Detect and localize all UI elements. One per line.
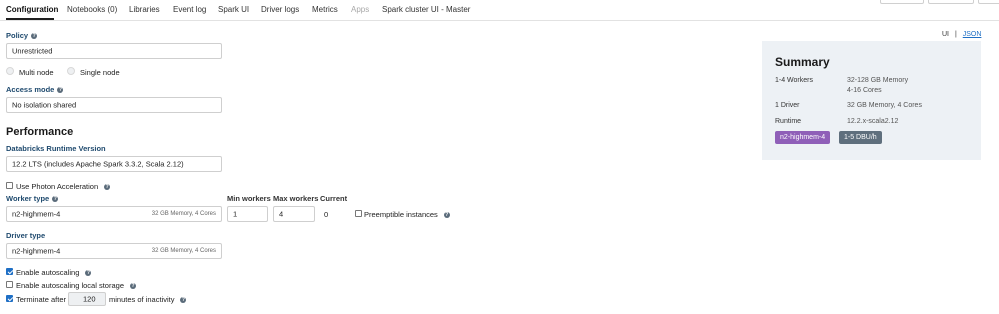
worker-type-select[interactable]: n2-highmem-4 32 GB Memory, 4 Cores <box>6 206 222 222</box>
dbu-badge: 1-5 DBU/h <box>839 131 882 144</box>
autoscaling-label: Enable autoscaling? <box>16 268 92 277</box>
help-icon[interactable]: ? <box>85 270 92 277</box>
active-tab-indicator <box>6 18 54 20</box>
local-storage-label-text: Enable autoscaling local storage <box>16 281 124 290</box>
tab-bar: Configuration Notebooks (0) Libraries Ev… <box>0 0 999 21</box>
multi-node-radio[interactable] <box>6 67 14 75</box>
driver-type-hint: 32 GB Memory, 4 Cores <box>151 248 216 254</box>
summary-workers-key: 1-4 Workers <box>775 77 813 84</box>
ui-view-link[interactable]: UI <box>942 31 949 38</box>
max-workers-label: Max workers <box>273 194 319 203</box>
driver-type-label: Driver type <box>6 231 46 240</box>
runtime-select[interactable]: 12.2 LTS (includes Apache Spark 3.3.2, S… <box>6 156 222 172</box>
policy-label: Policy? <box>6 31 38 40</box>
driver-type-value: n2-highmem-4 <box>12 246 61 256</box>
policy-label-text: Policy <box>6 31 29 40</box>
policy-value: Unrestricted <box>12 46 53 56</box>
tab-configuration[interactable]: Configuration <box>6 5 58 14</box>
terminate-minutes-input[interactable]: 120 <box>68 292 106 306</box>
terminate-minutes-value: 120 <box>83 294 96 304</box>
tab-spark-cluster-ui[interactable]: Spark cluster UI - Master <box>382 5 470 14</box>
help-icon[interactable]: ? <box>57 87 64 94</box>
summary-title: Summary <box>775 55 830 69</box>
view-toggle: UI | JSON <box>942 31 981 38</box>
help-icon[interactable]: ? <box>31 33 38 40</box>
tab-metrics[interactable]: Metrics <box>312 5 338 14</box>
worker-type-label-text: Worker type <box>6 194 50 203</box>
access-mode-value: No isolation shared <box>12 100 77 110</box>
preemptible-label-text: Preemptible instances <box>364 210 438 219</box>
runtime-label: Databricks Runtime Version <box>6 144 106 153</box>
min-workers-value: 1 <box>233 209 238 219</box>
photon-label-text: Use Photon Acceleration <box>16 182 99 191</box>
current-workers-label: Current <box>320 194 348 203</box>
autoscaling-label-text: Enable autoscaling <box>16 268 80 277</box>
summary-runtime-value: 12.2.x-scala2.12 <box>847 118 899 125</box>
help-icon[interactable]: ? <box>180 297 187 304</box>
summary-driver-key: 1 Driver <box>775 102 800 109</box>
json-view-link[interactable]: JSON <box>963 31 982 38</box>
summary-workers-cores: 4-16 Cores <box>847 87 882 94</box>
performance-heading: Performance <box>6 126 74 138</box>
single-node-label: Single node <box>80 68 120 77</box>
max-workers-value: 4 <box>279 209 284 219</box>
terminate-suffix: minutes of inactivity? <box>109 295 187 304</box>
runtime-value: 12.2 LTS (includes Apache Spark 3.3.2, S… <box>12 159 184 169</box>
summary-driver-value: 32 GB Memory, 4 Cores <box>847 102 922 109</box>
summary-workers-memory: 32-128 GB Memory <box>847 77 909 84</box>
autoscaling-checkbox[interactable] <box>6 268 13 275</box>
preemptible-label: Preemptible instances? <box>364 210 450 219</box>
tab-notebooks[interactable]: Notebooks (0) <box>67 5 117 14</box>
tab-spark-ui[interactable]: Spark UI <box>218 5 249 14</box>
instance-type-badge: n2-highmem-4 <box>775 131 831 144</box>
photon-label: Use Photon Acceleration? <box>16 182 111 191</box>
worker-type-value: n2-highmem-4 <box>12 209 61 219</box>
current-workers-value: 0 <box>324 210 329 219</box>
policy-select[interactable]: Unrestricted <box>6 43 222 59</box>
min-workers-label: Min workers <box>227 194 271 203</box>
max-workers-input[interactable]: 4 <box>273 206 315 222</box>
preemptible-checkbox[interactable] <box>355 210 362 217</box>
single-node-radio[interactable] <box>67 67 75 75</box>
help-icon[interactable]: ? <box>52 196 59 203</box>
local-storage-checkbox[interactable] <box>6 281 13 288</box>
local-storage-label: Enable autoscaling local storage? <box>16 281 136 290</box>
terminate-label: Terminate after <box>16 295 67 304</box>
worker-type-hint: 32 GB Memory, 4 Cores <box>151 211 216 217</box>
summary-panel: Summary 1-4 Workers 32-128 GB Memory 4-1… <box>762 41 981 160</box>
access-mode-label: Access mode? <box>6 85 64 94</box>
help-icon[interactable]: ? <box>443 212 450 219</box>
worker-type-label: Worker type? <box>6 194 59 203</box>
tab-driver-logs[interactable]: Driver logs <box>261 5 299 14</box>
summary-runtime-key: Runtime <box>775 118 802 125</box>
tab-apps: Apps <box>351 5 370 14</box>
photon-checkbox[interactable] <box>6 182 13 189</box>
access-mode-label-text: Access mode <box>6 85 55 94</box>
help-icon[interactable]: ? <box>130 283 136 290</box>
toggle-separator: | <box>954 31 957 38</box>
multi-node-label: Multi node <box>19 68 54 77</box>
terminate-suffix-text: minutes of inactivity <box>109 295 175 304</box>
driver-type-select[interactable]: n2-highmem-4 32 GB Memory, 4 Cores <box>6 243 222 259</box>
access-mode-select[interactable]: No isolation shared <box>6 97 222 113</box>
tab-libraries[interactable]: Libraries <box>129 5 160 14</box>
help-icon[interactable]: ? <box>104 184 111 191</box>
tab-event-log[interactable]: Event log <box>173 5 206 14</box>
min-workers-input[interactable]: 1 <box>227 206 268 222</box>
terminate-checkbox[interactable] <box>6 295 13 302</box>
